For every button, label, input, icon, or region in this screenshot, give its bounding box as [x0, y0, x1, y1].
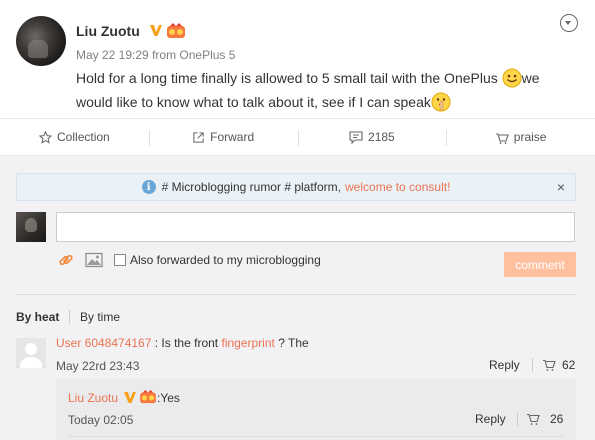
- reply-author-name[interactable]: Liu Zuotu: [68, 391, 118, 405]
- verified-badge-icon: [124, 392, 136, 403]
- forward-button[interactable]: Forward: [148, 119, 298, 155]
- comment-like-count: 62: [562, 358, 576, 372]
- forward-icon: [193, 131, 204, 143]
- post-text: Hold for a long time finally is allowed …: [76, 66, 576, 114]
- praise-label: praise: [513, 130, 547, 144]
- divider: [16, 294, 576, 295]
- commenter-name[interactable]: User 6048474167: [56, 336, 151, 350]
- verified-badge-icon: [150, 25, 162, 36]
- forward-label: Forward: [210, 130, 255, 144]
- comments-panel: i # Microblogging rumor # platform, welc…: [0, 156, 595, 440]
- image-icon[interactable]: [85, 252, 103, 268]
- post-actions-bar: Collection Forward 2185 praise: [0, 118, 595, 162]
- thumbs-up-icon: [495, 132, 509, 144]
- sort-separator: [69, 310, 70, 324]
- collection-label: Collection: [57, 130, 110, 144]
- post-date[interactable]: May 22 19:29: [76, 48, 149, 62]
- post-source-prefix: from: [152, 48, 177, 62]
- like-icon[interactable]: [542, 358, 556, 372]
- comment-count: 2185: [368, 130, 395, 144]
- author-name[interactable]: Liu Zuotu: [76, 23, 140, 39]
- star-icon: [39, 130, 53, 144]
- my-avatar[interactable]: [16, 212, 46, 242]
- comment-action-separator: [532, 358, 533, 372]
- comment-text-after: ? The: [278, 336, 309, 350]
- notice-link[interactable]: welcome to consult!: [345, 180, 450, 194]
- commenter-avatar[interactable]: [16, 338, 46, 368]
- rumor-notice: i # Microblogging rumor # platform, welc…: [16, 173, 576, 201]
- comment-text-before: : Is the front: [154, 336, 219, 350]
- reply-reply-button[interactable]: Reply: [475, 412, 506, 426]
- like-icon[interactable]: [526, 412, 540, 426]
- post-menu-button[interactable]: [560, 14, 578, 32]
- member-level-icon[interactable]: [139, 390, 157, 404]
- praise-button[interactable]: praise: [446, 119, 595, 155]
- notice-text: # Microblogging rumor # platform,: [161, 180, 342, 194]
- reply-action-separator: [517, 412, 518, 426]
- author-avatar[interactable]: [16, 16, 66, 66]
- member-level-icon[interactable]: [166, 23, 186, 39]
- reply-like-count: 26: [550, 412, 564, 426]
- reply-time: Today 02:05: [68, 413, 134, 427]
- shush-emoji-icon: [431, 92, 451, 112]
- comment-reply-button[interactable]: Reply: [489, 358, 520, 372]
- sort-by-time-tab[interactable]: By time: [80, 310, 120, 324]
- info-icon: i: [141, 180, 156, 194]
- comment-keyword-link[interactable]: fingerprint: [221, 336, 274, 350]
- collection-button[interactable]: Collection: [0, 119, 149, 155]
- comment-tab-button[interactable]: 2185: [297, 119, 447, 162]
- forward-checkbox-label[interactable]: Also forwarded to my microblogging: [130, 253, 321, 267]
- link-icon[interactable]: [58, 252, 74, 268]
- weibo-post: Liu Zuotu May 22 19:29 from OnePlus 5 Ho…: [0, 0, 595, 118]
- post-text-part1: Hold for a long time finally is allowed …: [76, 70, 502, 86]
- post-meta: May 22 19:29 from OnePlus 5: [76, 48, 235, 62]
- smile-emoji-icon: [502, 68, 522, 88]
- reply-text: :Yes: [157, 391, 180, 405]
- sort-by-heat-tab[interactable]: By heat: [16, 310, 59, 324]
- comment-body: User 6048474167 : Is the front fingerpri…: [56, 336, 309, 350]
- forward-checkbox[interactable]: [114, 254, 126, 266]
- comment-icon: [349, 130, 363, 144]
- comment-time: May 22rd 23:43: [56, 359, 140, 373]
- post-source[interactable]: OnePlus 5: [179, 48, 235, 62]
- reply-divider: [68, 436, 564, 437]
- comment-submit-button[interactable]: comment: [504, 252, 576, 277]
- comment-input[interactable]: [56, 212, 575, 242]
- close-icon[interactable]: ×: [557, 179, 565, 195]
- reply-box: Liu Zuotu :Yes Today 02:05 Reply 26: [56, 379, 576, 440]
